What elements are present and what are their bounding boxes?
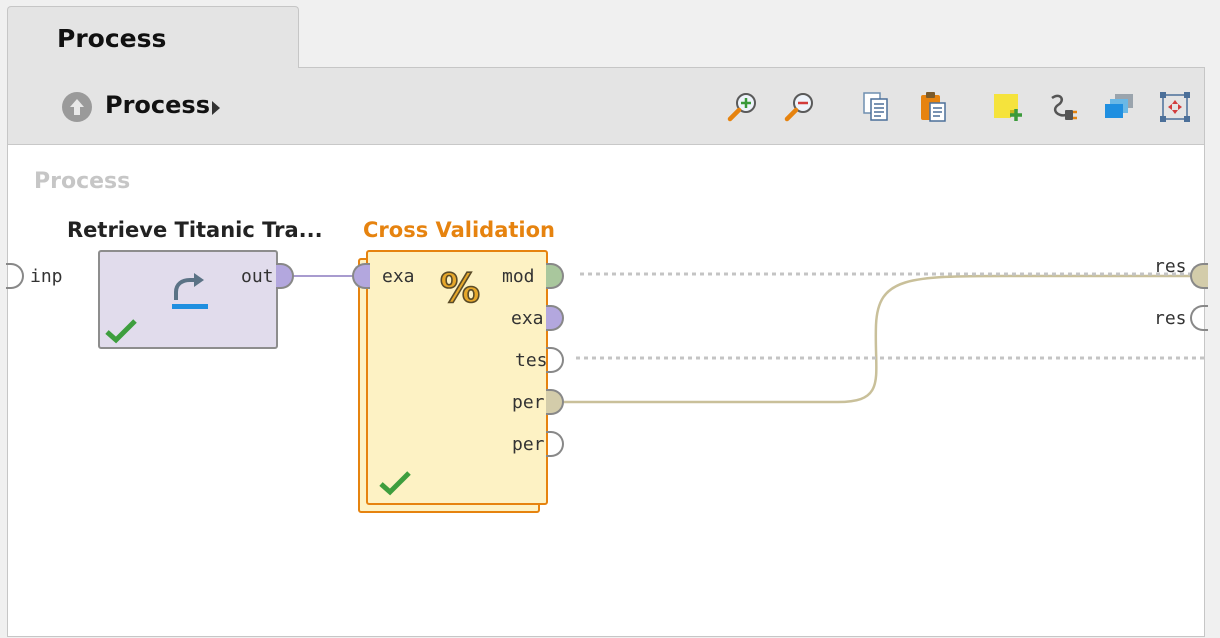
paste-button[interactable] [916, 90, 950, 124]
process-output-port-label-2: res [1154, 308, 1187, 329]
process-canvas[interactable]: Process inp res res Retrieve Titanic Tra… [6, 145, 1208, 638]
copy-button[interactable] [859, 90, 893, 124]
cv-status-check-icon [379, 471, 411, 496]
auto-wire-button[interactable] [1046, 90, 1080, 124]
retrieve-output-port-label: out [241, 266, 274, 287]
svg-text:%: % [440, 266, 480, 312]
process-tab-label: Process [57, 24, 167, 53]
paste-icon [921, 92, 946, 122]
cv-input-port-label: exa [382, 266, 415, 287]
cv-output-port-label-per-2: per [512, 434, 545, 455]
arrange-icon [1105, 94, 1133, 118]
connection-per-to-res [563, 274, 1198, 404]
retrieve-icon [172, 273, 208, 309]
zoom-in-icon [727, 93, 756, 122]
cv-output-port-label-per-1: per [512, 392, 545, 413]
fit-view-icon [1160, 92, 1190, 122]
add-note-button[interactable] [990, 90, 1024, 124]
copy-icon [863, 92, 888, 121]
retrieve-operator[interactable]: out [98, 250, 278, 349]
process-tab[interactable]: Process [7, 6, 299, 68]
process-output-port-label-1: res [1154, 256, 1187, 277]
cv-output-port-label-tes: tes [515, 350, 548, 371]
process-input-port-label: inp [30, 266, 63, 287]
up-level-button[interactable] [62, 92, 92, 122]
process-panel: Process Process inp res res Retrieve Tit… [6, 67, 1208, 638]
cv-output-port-label-exa: exa [511, 308, 544, 329]
breadcrumb-arrow-icon[interactable] [212, 101, 220, 115]
cross-validation-operator[interactable]: exa % mod exa tes per per [366, 250, 548, 505]
zoom-in-button[interactable] [726, 90, 760, 124]
breadcrumb-process[interactable]: Process [105, 91, 210, 119]
arrange-button[interactable] [1102, 90, 1136, 124]
arrow-up-icon [70, 99, 84, 115]
add-note-icon [994, 94, 1022, 121]
retrieve-operator-title[interactable]: Retrieve Titanic Tra... [67, 218, 323, 242]
zoom-out-button[interactable] [783, 90, 817, 124]
percent-icon: % [439, 265, 480, 312]
retrieve-status-check-icon [105, 319, 137, 344]
cross-validation-title[interactable]: Cross Validation [363, 218, 555, 242]
cv-output-port-label-mod: mod [502, 266, 535, 287]
fit-view-button[interactable] [1158, 90, 1192, 124]
auto-wire-icon [1051, 94, 1077, 120]
zoom-out-icon [784, 93, 813, 122]
process-toolbar: Process [8, 68, 1204, 145]
